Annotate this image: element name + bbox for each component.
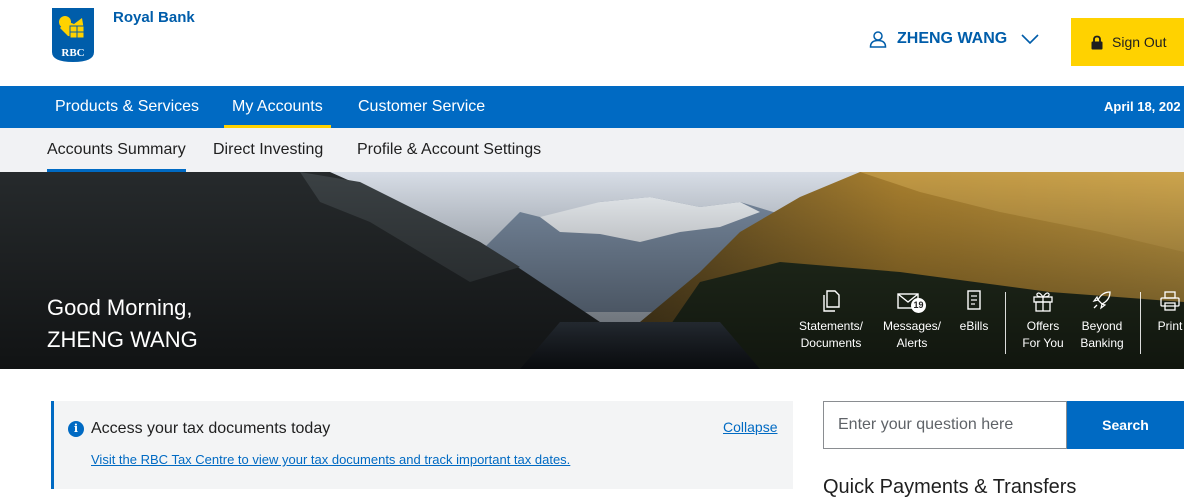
- ebills-button[interactable]: eBills: [935, 290, 1013, 335]
- tax-centre-link[interactable]: Visit the RBC Tax Centre to view your ta…: [91, 452, 570, 467]
- search-button[interactable]: Search: [1067, 401, 1184, 449]
- beyond-banking-button[interactable]: Beyond Banking: [1063, 290, 1141, 352]
- chevron-down-icon: [1021, 34, 1039, 44]
- rocket-icon: [1092, 291, 1111, 310]
- nav-customer-service[interactable]: Customer Service: [358, 86, 485, 128]
- current-date: April 18, 202: [1104, 99, 1181, 114]
- nav-my-accounts[interactable]: My Accounts: [224, 86, 331, 128]
- qa-label-line1: eBills: [959, 319, 989, 333]
- user-icon: [869, 31, 887, 48]
- greeting-name: ZHENG WANG: [47, 327, 198, 352]
- sign-out-label: Sign Out: [1112, 34, 1167, 50]
- qa-label-line1: Print: [1157, 319, 1183, 333]
- lock-icon: [1091, 35, 1103, 49]
- qa-label-line1: Statements/: [798, 319, 864, 333]
- qa-label-line2: Alerts: [896, 336, 928, 350]
- qa-label-line1: Beyond: [1081, 319, 1123, 333]
- brand-name: Royal Bank: [113, 9, 195, 26]
- tab-accounts-summary[interactable]: Accounts Summary: [47, 128, 186, 172]
- tab-profile-account-settings[interactable]: Profile & Account Settings: [357, 128, 541, 172]
- search-input[interactable]: [823, 401, 1067, 449]
- nav-products-services[interactable]: Products & Services: [55, 86, 199, 128]
- info-icon: i: [68, 421, 84, 437]
- rbc-logo[interactable]: RBC: [52, 8, 94, 62]
- user-menu[interactable]: ZHENG WANG: [869, 30, 1039, 48]
- user-name: ZHENG WANG: [897, 30, 1008, 47]
- tab-direct-investing[interactable]: Direct Investing: [213, 128, 323, 172]
- document-icon: [823, 290, 840, 312]
- qa-label-line2: Banking: [1080, 336, 1124, 350]
- statements-documents-button[interactable]: Statements/ Documents: [792, 290, 870, 352]
- printer-icon: [1160, 291, 1180, 311]
- print-button[interactable]: Print: [1131, 290, 1184, 335]
- gift-icon: [1033, 292, 1053, 312]
- qa-label-line2: Documents: [800, 336, 862, 350]
- quick-payments-title: Quick Payments & Transfers: [823, 476, 1077, 498]
- hero-banner: Good Morning, ZHENG WANG Statements/ Doc…: [0, 172, 1184, 369]
- tax-notice: i Access your tax documents today Visit …: [51, 401, 793, 489]
- greeting: Good Morning, ZHENG WANG: [47, 292, 198, 356]
- bill-icon: [967, 290, 981, 310]
- top-header: RBC Royal Bank ZHENG WANG Sign Out: [0, 0, 1184, 86]
- secondary-nav: Accounts Summary Direct Investing Profil…: [0, 128, 1184, 172]
- message-count-badge: 19: [911, 298, 926, 313]
- svg-text:RBC: RBC: [61, 47, 84, 59]
- primary-nav: Products & Services My Accounts Customer…: [0, 86, 1184, 128]
- collapse-link[interactable]: Collapse: [723, 419, 777, 435]
- greeting-line-1: Good Morning,: [47, 295, 193, 320]
- notice-title: Access your tax documents today: [91, 420, 331, 437]
- sign-out-button[interactable]: Sign Out: [1071, 18, 1184, 66]
